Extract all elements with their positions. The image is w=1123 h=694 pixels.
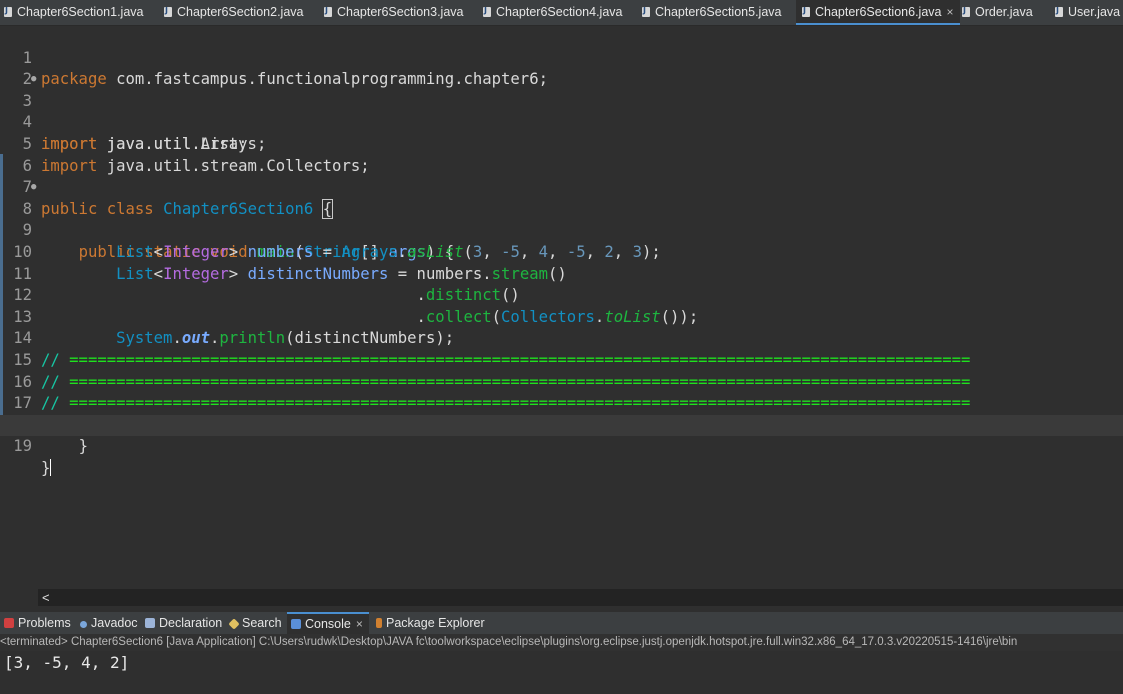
editor-tab-bar: Chapter6Section1.java Chapter6Section2.j… (0, 0, 1123, 26)
code-line: 9 List<Integer> numbers = Arrays.asList(… (0, 199, 1123, 261)
java-file-icon (483, 4, 491, 18)
tab-user[interactable]: User.java (1055, 0, 1120, 25)
code-line: 2 (0, 48, 1123, 88)
problems-icon (4, 618, 14, 628)
java-file-icon (164, 4, 172, 18)
tab-label: User.java (1068, 5, 1121, 19)
tab-chapter6section1[interactable]: Chapter6Section1.java (4, 0, 143, 25)
tab-label: Javadoc (91, 616, 138, 630)
code-editor[interactable]: 1 package com.fastcampus.functionalprogr… (0, 26, 1123, 588)
tab-javadoc[interactable]: Javadoc (80, 612, 138, 634)
tab-label: Package Explorer (386, 616, 485, 630)
tab-label: Declaration (159, 616, 223, 630)
code-line: 15 // ==================================… (0, 328, 1123, 391)
tab-label: Console (305, 617, 351, 631)
tab-label: Search (242, 616, 282, 630)
code-line: 10 List<Integer> distinctNumbers = numbe… (0, 220, 1123, 283)
scroll-left-arrow-icon[interactable]: < (38, 590, 50, 605)
code-line: 12 .collect(Collectors.toList()); (0, 264, 1123, 326)
code-line: 16 // ==================================… (0, 350, 1123, 413)
tab-declaration[interactable]: Declaration (145, 612, 222, 634)
java-file-icon (324, 4, 332, 18)
tab-label: Chapter6Section5.java (655, 5, 782, 19)
line-number: 19 (13, 437, 32, 456)
code-line: 3 ● import java.util.Arrays; (0, 69, 1123, 153)
console-output[interactable]: [3, -5, 4, 2] (4, 653, 129, 672)
tab-search[interactable]: Search (228, 612, 282, 634)
code-line: 5 import java.util.stream.Collectors; (0, 112, 1123, 175)
code-text: } (41, 458, 51, 477)
code-line: 1 package com.fastcampus.functionalprogr… (0, 26, 1123, 89)
text-cursor (50, 458, 52, 476)
code-line: 13 System.out.println(distinctNumbers); (0, 285, 1123, 348)
tab-label: Problems (18, 616, 71, 630)
panel-tab-bar: Problems Javadoc Declaration Search Cons… (0, 612, 1123, 634)
code-line: 11 .distinct() (0, 242, 1123, 305)
code-line: 17 // ==================================… (0, 372, 1123, 434)
code-line: 8 ● public static void main(String[] arg… (0, 177, 1123, 261)
tab-console[interactable]: Console × (287, 612, 369, 634)
java-file-icon (4, 4, 12, 18)
console-status-line: <terminated> Chapter6Section6 [Java Appl… (0, 634, 1123, 651)
code-line: 4 import java.util.List; (0, 91, 1123, 153)
tab-label: Chapter6Section6.java (815, 5, 942, 19)
tab-label: Chapter6Section2.java (177, 5, 304, 19)
tab-chapter6section5[interactable]: Chapter6Section5.java (642, 0, 781, 25)
declaration-icon (145, 618, 155, 628)
tab-label: Chapter6Section3.java (337, 5, 464, 19)
tab-chapter6section6[interactable]: Chapter6Section6.java × (796, 0, 960, 25)
tab-label: Chapter6Section4.java (496, 5, 623, 19)
javadoc-icon (80, 621, 87, 628)
tab-package-explorer[interactable]: Package Explorer (376, 612, 485, 634)
tab-problems[interactable]: Problems (4, 612, 71, 634)
java-file-icon (962, 4, 970, 18)
tab-label: Chapter6Section1.java (17, 5, 144, 19)
tab-chapter6section3[interactable]: Chapter6Section3.java (324, 0, 463, 25)
close-icon[interactable]: × (356, 617, 363, 631)
code-line-current: 19 } (0, 414, 1123, 477)
package-explorer-icon (376, 618, 382, 628)
tab-chapter6section4[interactable]: Chapter6Section4.java (483, 0, 622, 25)
search-icon (228, 618, 240, 630)
tab-label: Order.java (975, 5, 1033, 19)
fold-marker-icon[interactable]: ● (31, 177, 36, 199)
code-line: 14 // ==================================… (0, 307, 1123, 369)
horizontal-scrollbar[interactable]: < (38, 589, 1123, 606)
code-line: 7 public class Chapter6Section6 { (0, 156, 1123, 219)
code-line: 18 } (0, 393, 1123, 456)
tab-chapter6section2[interactable]: Chapter6Section2.java (164, 0, 303, 25)
tab-order[interactable]: Order.java (962, 0, 1033, 25)
java-file-icon (802, 4, 810, 18)
fold-marker-icon[interactable]: ● (31, 69, 36, 91)
java-file-icon (642, 4, 650, 18)
code-line: 6 (0, 134, 1123, 175)
java-file-icon (1055, 4, 1063, 18)
console-icon (291, 619, 301, 629)
code-text: } (78, 437, 88, 456)
close-icon[interactable]: × (946, 5, 953, 19)
